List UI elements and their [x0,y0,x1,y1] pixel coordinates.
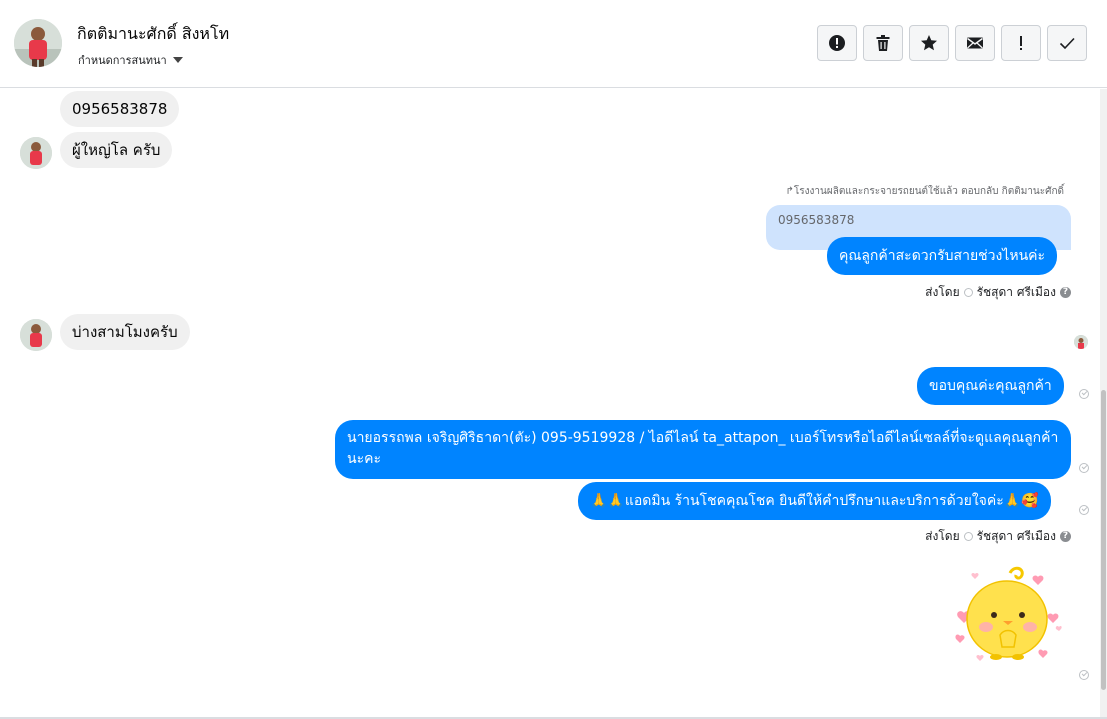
check-icon [1059,37,1075,50]
conversation-toolbar [817,25,1087,61]
assign-label: กำหนดการสนทนา [78,54,167,67]
chick-sticker [955,566,1062,661]
delete-button[interactable] [863,25,903,61]
reply-meta: ↱โรงงานผลิตและกระจายรถยนต์ใช้แล้ว ตอบกลั… [786,184,1064,199]
sent-by-info: ส่งโดย รัชสุดา ศรีเมือง ? [925,283,1071,302]
assign-conversation-dropdown[interactable]: กำหนดการสนทนา [78,51,183,69]
reply-meta-text: โรงงานผลิตและกระจายรถยนต์ใช้แล้ว ตอบกลับ… [793,186,1064,197]
contact-avatar-small [20,319,52,351]
contact-avatar-small [20,137,52,169]
help-icon[interactable]: ? [1060,531,1071,542]
sticker-message[interactable] [950,561,1075,676]
seen-avatar [1074,335,1088,349]
outgoing-message[interactable]: คุณลูกค้าสะดวกรับสายช่วงไหนค่ะ [827,237,1058,275]
agent-name[interactable]: รัชสุดา ศรีเมือง [977,283,1056,302]
follow-up-button[interactable] [1001,25,1041,61]
mark-unread-button[interactable] [955,25,995,61]
trash-icon [876,35,890,51]
star-icon [921,35,937,51]
conversation-header: กิตติมานะศักดิ์ สิงหโท กำหนดการสนทนา [0,0,1107,88]
delivered-icon [1079,389,1089,399]
help-icon[interactable]: ? [1060,287,1071,298]
agent-status-icon [963,288,973,297]
incoming-message[interactable]: บ่างสามโมงครับ [60,314,190,350]
reply-arrow-icon: ↱ [785,186,794,197]
star-button[interactable] [909,25,949,61]
contact-avatar[interactable] [14,19,62,67]
incoming-message[interactable]: ผู้ใหญ่โล ครับ [60,132,173,168]
mark-done-button[interactable] [1047,25,1087,61]
delivered-icon [1079,463,1089,473]
outgoing-message[interactable]: ขอบคุณค่ะคุณลูกค้า [917,367,1064,405]
agent-name[interactable]: รัชสุดา ศรีเมือง [977,527,1056,546]
contact-name[interactable]: กิตติมานะศักดิ์ สิงหโท [77,22,229,47]
exclamation-icon [1020,36,1022,50]
agent-status-icon [963,532,973,541]
sent-by-label: ส่งโดย [925,285,960,299]
message-thread: 0956583878 ผู้ใหญ่โล ครับ ↱โรงงานผลิตและ… [0,89,1100,717]
scrollbar-thumb[interactable] [1101,390,1106,690]
sent-by-info: ส่งโดย รัชสุดา ศรีเมือง ? [925,527,1071,546]
delivered-icon [1079,505,1089,515]
caret-down-icon [172,57,183,63]
spam-button[interactable] [817,25,857,61]
delivered-icon [1079,670,1089,680]
outgoing-message[interactable]: 🙏🙏แอดมิน ร้านโชคคุณโชค ยินดีให้คำปรึกษาแ… [578,482,1051,520]
incoming-message[interactable]: 0956583878 [60,91,180,127]
alert-circle-icon [829,35,845,51]
sent-by-label: ส่งโดย [925,529,960,543]
envelope-icon [967,37,983,49]
outgoing-message[interactable]: นายอรรถพล เจริญศิริธาดา(ตัะ) 095-9519928… [335,420,1071,479]
